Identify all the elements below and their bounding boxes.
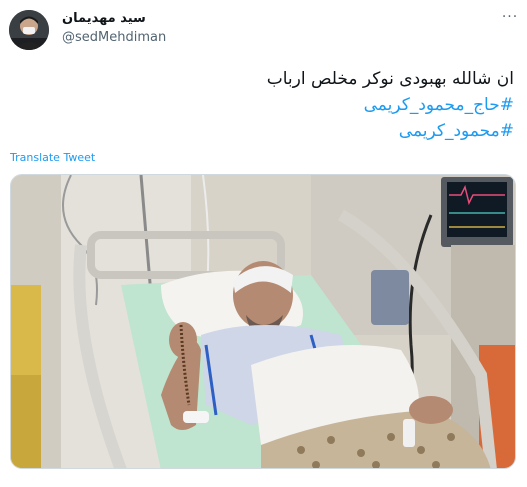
author-display-name[interactable]: سید مهدیمان: [62, 11, 146, 26]
avatar-photo-icon: [9, 10, 49, 50]
tweet-media-photo[interactable]: [10, 174, 516, 469]
author-handle[interactable]: @sedMehdiman: [62, 30, 166, 45]
tweet-text-line: ان شالله بهبودی نوکر مخلص ارباب: [266, 69, 514, 89]
hospital-photo-icon: [11, 175, 515, 468]
hashtag-link[interactable]: #محمود_کریمی: [44, 118, 514, 144]
translate-tweet-link[interactable]: Translate Tweet: [10, 151, 95, 164]
author-avatar[interactable]: [9, 10, 49, 50]
tweet-card: سید مهدیمان @sedMehdiman ··· ان شالله به…: [0, 0, 527, 487]
tweet-text: ان شالله بهبودی نوکر مخلص ارباب #حاج_محم…: [44, 66, 514, 144]
more-options-icon[interactable]: ···: [500, 8, 520, 26]
hashtag-link[interactable]: #حاج_محمود_کریمی: [44, 92, 514, 118]
